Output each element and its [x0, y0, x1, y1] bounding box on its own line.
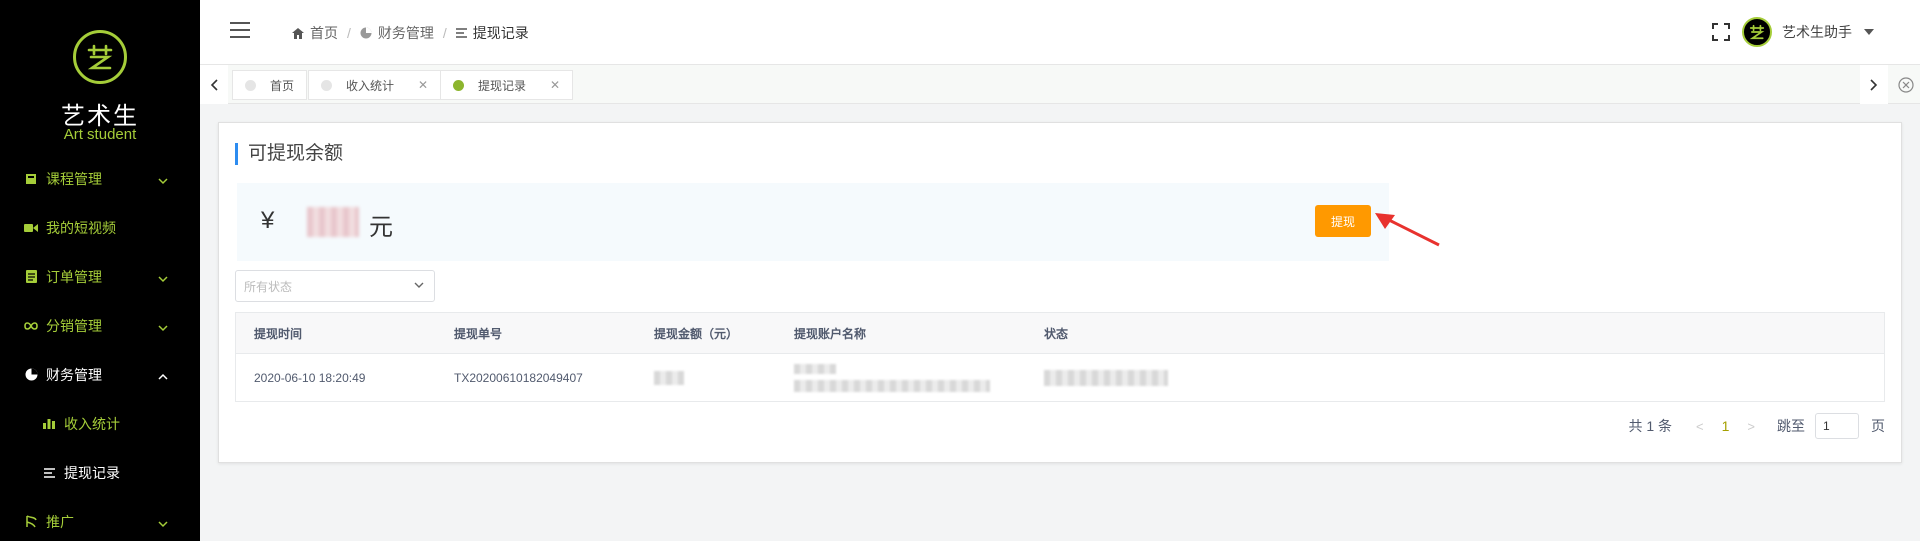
- logo-emblem-icon: [1749, 24, 1765, 40]
- currency-symbol: ¥: [261, 207, 275, 234]
- balance-amount-redacted: [307, 207, 359, 237]
- pie-chart-icon: [360, 27, 372, 39]
- sidebar-item-course[interactable]: 课程管理: [0, 154, 200, 203]
- total-count: 共 1 条: [1628, 418, 1673, 434]
- sidebar-item-withdraw-records[interactable]: 提现记录: [0, 448, 200, 497]
- sidebar-item-orders[interactable]: 订单管理: [0, 252, 200, 301]
- chevron-right-icon: [1870, 78, 1878, 91]
- annotation-arrow-icon: [1375, 213, 1440, 247]
- bar-chart-icon: [42, 417, 56, 431]
- breadcrumb-finance[interactable]: 财务管理: [360, 23, 434, 43]
- column-header: 提现单号: [454, 326, 503, 341]
- breadcrumb: 首页 / 财务管理 / 提现记录: [292, 23, 529, 43]
- sidebar-item-label: 提现记录: [64, 464, 120, 481]
- table-row: 2020-06-10 18:20:49 TX20200610182049407: [236, 354, 1884, 401]
- jump-page-input[interactable]: 1: [1815, 413, 1859, 439]
- tabs-bar: 首页 收入统计 ✕ 提现记录 ✕: [200, 64, 1920, 104]
- order-icon: [24, 270, 38, 284]
- column-header: 提现账户名称: [794, 326, 867, 341]
- tabs-scroll-left-button[interactable]: [200, 65, 228, 104]
- chevron-down-icon: [158, 515, 168, 531]
- sidebar-item-videos[interactable]: 我的短视频: [0, 203, 200, 252]
- sidebar-item-label: 分销管理: [46, 317, 102, 334]
- logo-subtitle: Art student: [63, 126, 137, 143]
- withdraw-table: 提现时间 提现单号 提现金额（元） 提现账户名称 状态 2020-06-10 1…: [235, 312, 1885, 402]
- withdraw-amount-redacted: [654, 354, 684, 401]
- sidebar-item-label: 订单管理: [46, 268, 102, 285]
- username[interactable]: 艺术生助手: [1782, 22, 1852, 42]
- chevron-down-icon: [158, 319, 168, 335]
- jump-label: 跳至: [1777, 418, 1805, 434]
- account-name-redacted: [794, 354, 990, 401]
- tab-status-dot: [453, 79, 464, 91]
- page-title: 可提现余额: [235, 143, 343, 165]
- fullscreen-icon[interactable]: [1712, 23, 1730, 41]
- tab-status-dot: [321, 79, 332, 91]
- caret-down-icon[interactable]: [1864, 29, 1874, 35]
- logo-emblem-icon: [73, 30, 127, 84]
- list-icon: [455, 28, 467, 38]
- withdraw-card: 可提现余额 ¥ 元 提现 所有状态 提现时间 提现单号 提现金额（元） 提现账户…: [218, 122, 1902, 463]
- sidebar: 艺术生 Art student 课程管理 我的短视频 订单管理 分销管理 财务管…: [0, 0, 200, 541]
- sidebar-item-promote[interactable]: 推广: [0, 497, 200, 541]
- page-number-current[interactable]: 1: [1722, 418, 1730, 434]
- currency-unit: 元: [369, 214, 393, 241]
- close-icon[interactable]: ✕: [418, 78, 428, 92]
- top-header: 首页 / 财务管理 / 提现记录 艺术生助手: [200, 0, 1920, 64]
- menu-toggle-icon[interactable]: [230, 22, 250, 38]
- chevron-up-icon: [158, 368, 168, 384]
- table-header: 提现时间 提现单号 提现金额（元） 提现账户名称 状态: [236, 313, 1884, 354]
- status-filter-select[interactable]: 所有状态: [235, 270, 435, 302]
- column-header: 提现金额（元）: [654, 326, 739, 341]
- sidebar-item-label: 收入统计: [64, 415, 120, 432]
- withdraw-time: 2020-06-10 18:20:49: [254, 370, 366, 385]
- video-icon: [24, 221, 38, 235]
- sidebar-item-label: 财务管理: [46, 366, 102, 383]
- close-all-tabs-button[interactable]: [1898, 77, 1914, 96]
- breadcrumb-current: 提现记录: [455, 23, 529, 43]
- withdraw-button[interactable]: 提现: [1315, 205, 1371, 237]
- status-filter-placeholder: 所有状态: [244, 279, 293, 294]
- sidebar-item-finance[interactable]: 财务管理: [0, 350, 200, 399]
- sidebar-item-label: 我的短视频: [46, 219, 116, 236]
- sidebar-item-label: 推广: [46, 513, 74, 530]
- tab-withdraw-records[interactable]: 提现记录 ✕: [440, 70, 574, 100]
- tabs-scroll-right-button[interactable]: [1860, 65, 1888, 104]
- user-area: 艺术生助手: [1712, 17, 1874, 47]
- status-redacted: [1044, 354, 1168, 401]
- avatar[interactable]: [1742, 17, 1772, 47]
- close-icon[interactable]: ✕: [550, 78, 560, 92]
- list-icon: [42, 466, 56, 480]
- chevron-left-icon: [210, 78, 218, 91]
- prev-page-icon[interactable]: <: [1696, 419, 1704, 434]
- balance-panel: ¥ 元: [237, 183, 1389, 261]
- infinity-icon: [24, 319, 38, 333]
- withdraw-order-no: TX20200610182049407: [454, 370, 583, 385]
- sidebar-item-income-stats[interactable]: 收入统计: [0, 399, 200, 448]
- column-header: 状态: [1044, 326, 1069, 341]
- tab-home[interactable]: 首页: [232, 70, 308, 100]
- breadcrumb-home[interactable]: 首页: [292, 23, 338, 43]
- page-suffix: 页: [1871, 418, 1885, 434]
- chevron-down-icon: [158, 270, 168, 286]
- pie-chart-icon: [24, 368, 38, 382]
- tab-status-dot: [245, 79, 256, 91]
- sidebar-item-label: 课程管理: [46, 170, 102, 187]
- pagination: 共 1 条 < 1 > 跳至 1 页: [1628, 413, 1885, 439]
- close-circle-icon: [1898, 77, 1914, 93]
- logo: 艺术生 Art student: [0, 0, 200, 150]
- promote-icon: [24, 515, 38, 529]
- sidebar-item-distribution[interactable]: 分销管理: [0, 301, 200, 350]
- book-icon: [24, 172, 38, 186]
- column-header: 提现时间: [254, 326, 303, 341]
- home-icon: [292, 27, 304, 39]
- chevron-down-icon: [414, 282, 424, 288]
- chevron-down-icon: [158, 172, 168, 188]
- next-page-icon[interactable]: >: [1747, 419, 1755, 434]
- tab-income-stats[interactable]: 收入统计 ✕: [308, 70, 442, 100]
